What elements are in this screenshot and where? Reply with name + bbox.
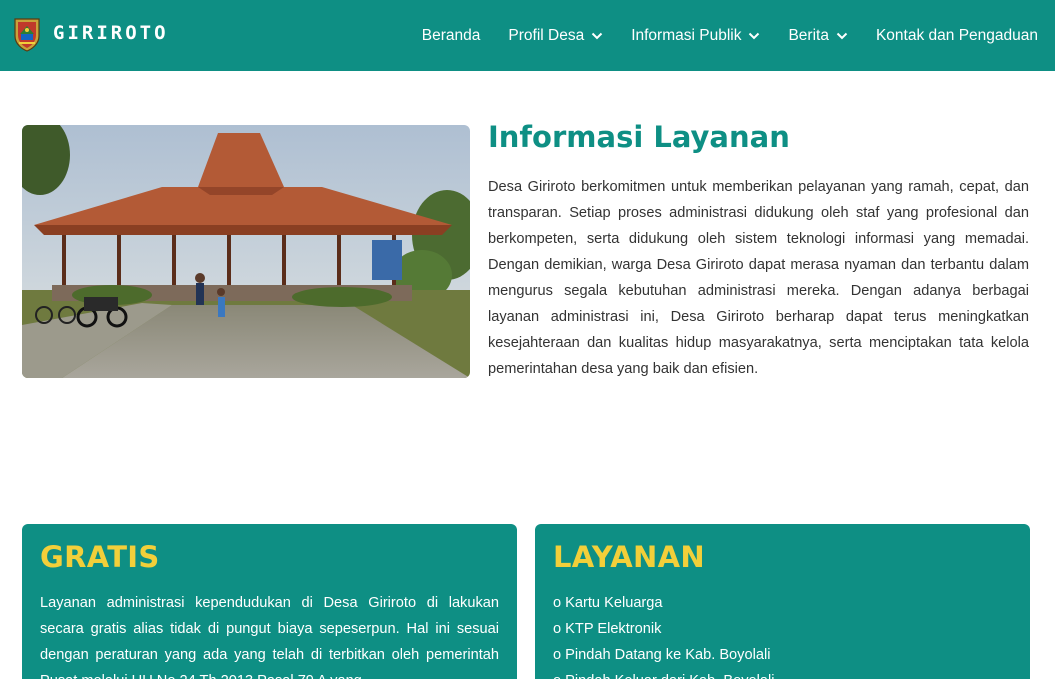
gratis-description: Layanan administrasi kependudukan di Des… xyxy=(40,595,499,679)
nav-profil-desa[interactable]: Profil Desa xyxy=(508,27,603,45)
nav-informasi-publik[interactable]: Informasi Publik xyxy=(631,27,760,45)
layanan-item: o KTP Elektronik xyxy=(553,621,662,637)
chevron-down-icon xyxy=(749,32,760,39)
layanan-item: o Pindah Keluar dari Kab. Boyolali xyxy=(553,668,1012,679)
nav-berita[interactable]: Berita xyxy=(788,27,848,45)
nav-label: Beranda xyxy=(421,26,481,44)
pendopo-photo xyxy=(22,125,470,378)
chevron-down-icon xyxy=(591,32,603,39)
nav-label: Berita xyxy=(788,26,829,44)
nav-beranda[interactable]: Beranda xyxy=(422,27,481,45)
info-description: Desa Giriroto berkomitmen untuk memberik… xyxy=(488,179,1029,377)
chevron-down-icon xyxy=(836,32,848,39)
navbar: GIRIROTO Beranda Profil Desa Informasi P… xyxy=(0,0,1055,71)
brand-name[interactable]: GIRIROTO xyxy=(53,22,169,44)
village-crest-icon xyxy=(14,18,40,52)
layanan-item: o Pindah Datang ke Kab. Boyolali xyxy=(553,647,771,663)
site-logo-link[interactable] xyxy=(12,16,42,52)
main-menu: Beranda Profil Desa Informasi Publik Ber… xyxy=(394,0,1038,71)
nav-kontak-pengaduan[interactable]: Kontak dan Pengaduan xyxy=(876,27,1038,45)
gratis-title: GRATIS xyxy=(40,540,160,574)
layanan-item: o Kartu Keluarga xyxy=(553,595,663,611)
nav-label: Informasi Publik xyxy=(631,26,742,44)
layanan-list: o Kartu Keluarga o KTP Elektronik o Pind… xyxy=(553,590,1012,679)
layanan-title: LAYANAN xyxy=(553,540,705,574)
layanan-card: LAYANAN o Kartu Keluarga o KTP Elektroni… xyxy=(535,524,1030,679)
info-title: Informasi Layanan xyxy=(488,120,790,154)
nav-label: Profil Desa xyxy=(508,26,585,44)
gratis-card: GRATIS Layanan administrasi kependudukan… xyxy=(22,524,517,679)
nav-label: Kontak dan Pengaduan xyxy=(875,26,1038,44)
